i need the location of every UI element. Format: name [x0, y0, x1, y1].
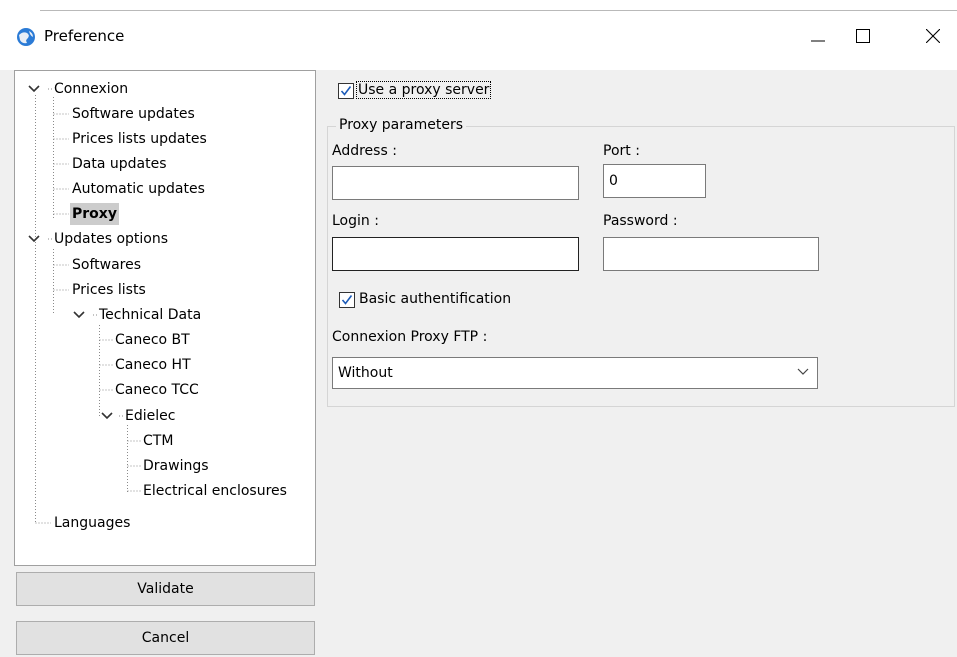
tree-item-caneco-ht[interactable]: Caneco HT — [113, 354, 193, 376]
use-proxy-checkbox[interactable] — [338, 83, 354, 99]
settings-tree[interactable]: Connexion Software updates Prices lists … — [14, 70, 316, 566]
use-proxy-label[interactable]: Use a proxy server — [355, 81, 492, 99]
tree-item-edielec[interactable]: Edielec — [123, 405, 177, 427]
chevron-down-icon[interactable] — [73, 310, 85, 320]
tree-item-caneco-bt[interactable]: Caneco BT — [113, 329, 192, 351]
validate-button[interactable]: Validate — [16, 572, 315, 606]
tree-item-drawings[interactable]: Drawings — [141, 455, 211, 477]
minimize-icon — [811, 40, 825, 42]
tree-item-caneco-tcc[interactable]: Caneco TCC — [113, 379, 201, 401]
proxy-parameters-title: Proxy parameters — [336, 117, 467, 133]
minimize-button[interactable] — [795, 18, 841, 54]
checkmark-icon — [340, 86, 352, 96]
maximize-icon — [856, 29, 870, 43]
address-input[interactable] — [332, 166, 579, 200]
address-label: Address : — [332, 143, 397, 159]
window-title: Preference — [44, 27, 125, 45]
globe-icon — [16, 27, 36, 47]
basic-authentification-checkbox[interactable] — [339, 292, 355, 308]
tree-item-proxy[interactable]: Proxy — [70, 203, 119, 225]
close-icon — [926, 29, 940, 43]
close-button[interactable] — [910, 18, 956, 54]
tree-item-software-updates[interactable]: Software updates — [70, 103, 197, 125]
chevron-down-icon[interactable] — [28, 84, 40, 94]
port-label: Port : — [603, 143, 640, 159]
checkmark-icon — [341, 295, 353, 305]
ftp-proxy-label: Connexion Proxy FTP : — [332, 329, 488, 345]
chevron-down-icon — [797, 368, 809, 375]
password-label: Password : — [603, 213, 678, 229]
tree-item-languages[interactable]: Languages — [52, 512, 132, 534]
chevron-down-icon[interactable] — [28, 234, 40, 244]
maximize-button[interactable] — [840, 18, 886, 54]
tree-item-automatic-updates[interactable]: Automatic updates — [70, 178, 207, 200]
port-input[interactable]: 0 — [603, 164, 706, 198]
tree-item-connexion[interactable]: Connexion — [52, 78, 130, 100]
tree-item-prices-lists[interactable]: Prices lists — [70, 279, 148, 301]
tree-item-prices-lists-updates[interactable]: Prices lists updates — [70, 128, 209, 150]
password-input[interactable] — [603, 237, 819, 271]
title-bar: Preference — [0, 0, 957, 70]
basic-authentification-label[interactable]: Basic authentification — [359, 291, 511, 307]
tree-item-ctm[interactable]: CTM — [141, 430, 175, 452]
login-label: Login : — [332, 213, 379, 229]
cancel-button[interactable]: Cancel — [16, 621, 315, 655]
tree-item-technical-data[interactable]: Technical Data — [97, 304, 203, 326]
ftp-proxy-select[interactable]: Without — [332, 357, 818, 389]
chevron-down-icon[interactable] — [101, 411, 113, 421]
tree-item-updates-options[interactable]: Updates options — [52, 228, 170, 250]
ftp-proxy-selected-value: Without — [338, 365, 393, 381]
tree-item-softwares[interactable]: Softwares — [70, 254, 143, 276]
tree-item-electrical-enclosures[interactable]: Electrical enclosures — [141, 480, 289, 502]
tree-item-data-updates[interactable]: Data updates — [70, 153, 169, 175]
title-bar-top-border — [40, 10, 957, 11]
login-input[interactable] — [332, 237, 579, 271]
